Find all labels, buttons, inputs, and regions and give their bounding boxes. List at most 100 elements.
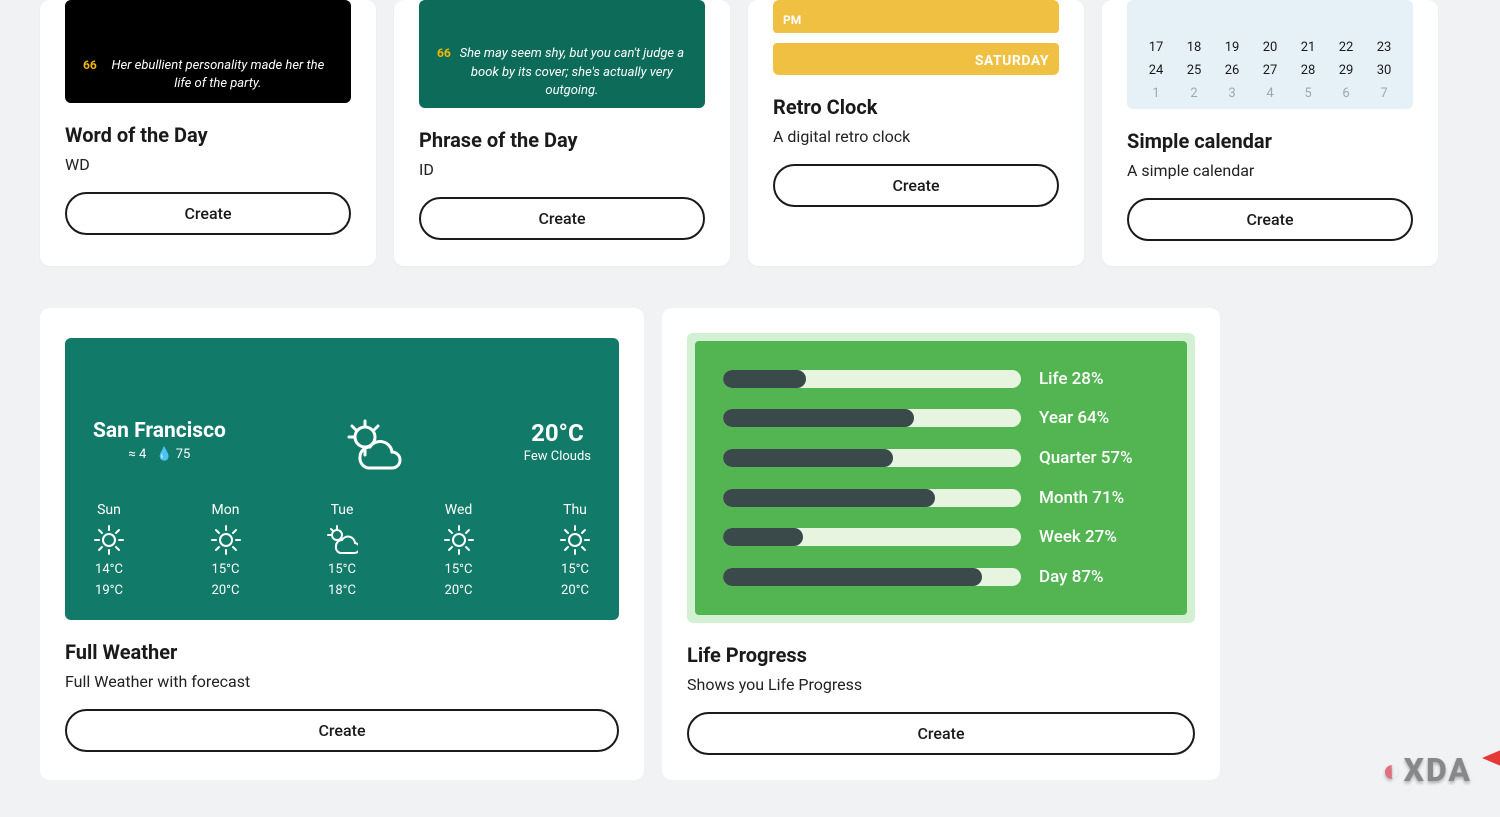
card-title: Retro Clock: [773, 95, 1059, 119]
progress-row: Life 28%: [723, 369, 1159, 389]
day-label: SATURDAY: [975, 53, 1049, 69]
weather-temp: 20°C: [524, 419, 591, 447]
create-button[interactable]: Create: [1127, 198, 1413, 241]
progress-row: Week 27%: [723, 527, 1159, 547]
calendar-day: 26: [1225, 63, 1240, 78]
calendar-day: 5: [1304, 86, 1311, 101]
progress-label: Life 28%: [1039, 369, 1159, 389]
wind-icon: ≈ 4: [128, 447, 146, 462]
preview-calendar: 17181920212223242526272829301234567: [1127, 0, 1413, 109]
forecast-hi: 18°C: [328, 583, 356, 598]
preview-retro: PM SATURDAY: [773, 0, 1059, 75]
card-simple-calendar: 17181920212223242526272829301234567 Simp…: [1102, 0, 1438, 266]
forecast-lo: 14°C: [95, 562, 123, 577]
card-desc: Shows you Life Progress: [687, 675, 1195, 694]
calendar-day: 1: [1152, 86, 1159, 101]
quote-mark-icon: 66: [83, 57, 97, 93]
weather-city: San Francisco: [93, 419, 226, 443]
calendar-day: 4: [1266, 86, 1273, 101]
calendar-day: 27: [1263, 63, 1278, 78]
calendar-day: 25: [1187, 63, 1202, 78]
forecast-lo: 15°C: [445, 562, 473, 577]
progress-bar: [723, 370, 1021, 388]
quote-mark-icon: 66: [437, 45, 451, 100]
preview-pod: 66She may seem shy, but you can't judge …: [419, 0, 705, 108]
progress-row: Year 64%: [723, 408, 1159, 428]
card-desc: A digital retro clock: [773, 127, 1059, 146]
card-word-of-day: 66Her ebullient personality made her the…: [40, 0, 376, 266]
progress-bar: [723, 409, 1021, 427]
calendar-day: 3: [1228, 86, 1235, 101]
card-title: Life Progress: [687, 643, 1195, 667]
progress-label: Month 71%: [1039, 488, 1159, 508]
preview-wod: 66Her ebullient personality made her the…: [65, 0, 351, 103]
card-desc: A simple calendar: [1127, 161, 1413, 180]
forecast-dayname: Thu: [563, 502, 587, 518]
forecast-day: Tue 15°C 18°C: [326, 502, 358, 598]
card-desc: ID: [419, 160, 705, 179]
card-desc: WD: [65, 155, 351, 174]
forecast-hi: 20°C: [561, 583, 589, 598]
create-button[interactable]: Create: [65, 192, 351, 235]
calendar-row: 1234567: [1137, 82, 1403, 105]
progress-bar: [723, 528, 1021, 546]
card-desc: Full Weather with forecast: [65, 672, 619, 691]
humidity-icon: 💧 75: [156, 447, 190, 462]
progress-label: Week 27%: [1039, 527, 1159, 547]
xda-logo: ◐XDA: [1382, 751, 1472, 789]
calendar-day: 20: [1263, 40, 1278, 55]
template-grid-row-2: San Francisco ≈ 4💧 75 20°C Few Clouds Su…: [40, 308, 1460, 780]
calendar-day: 21: [1301, 40, 1316, 55]
forecast-day: Mon15°C20°C: [210, 502, 242, 598]
progress-bar: [723, 568, 1021, 586]
calendar-day: 29: [1339, 63, 1354, 78]
preview-life: Life 28% Year 64% Quarter 57% Month 71% Week…: [687, 333, 1195, 623]
calendar-row: 17181920212223: [1137, 36, 1403, 59]
progress-row: Month 71%: [723, 488, 1159, 508]
create-button[interactable]: Create: [773, 164, 1059, 207]
sun-cloud-icon: [340, 419, 410, 474]
forecast-hi: 20°C: [445, 583, 473, 598]
weather-cond: Few Clouds: [524, 449, 591, 464]
forecast-dayname: Wed: [445, 502, 473, 518]
calendar-day: 18: [1187, 40, 1202, 55]
progress-bar: [723, 449, 1021, 467]
quote-text: Her ebullient personality made her the l…: [103, 57, 333, 93]
calendar-row: 24 25 26 27 28 29 30: [1137, 59, 1403, 82]
progress-row: Day 87%: [723, 567, 1159, 587]
quote-text: She may seem shy, but you can't judge a …: [457, 45, 687, 100]
card-phrase-of-day: 66She may seem shy, but you can't judge …: [394, 0, 730, 266]
card-life-progress: Life 28% Year 64% Quarter 57% Month 71% Week…: [662, 308, 1220, 780]
calendar-day: 23: [1377, 40, 1392, 55]
forecast-day: Wed 15°C 20°C: [443, 502, 475, 598]
calendar-day: 30: [1377, 63, 1392, 78]
forecast-hi: 19°C: [95, 583, 123, 598]
forecast-hi: 20°C: [212, 583, 240, 598]
forecast-dayname: Tue: [331, 502, 354, 518]
card-title: Simple calendar: [1127, 129, 1413, 153]
create-button[interactable]: Create: [687, 712, 1195, 755]
card-retro-clock: PM SATURDAY Retro Clock A digital retro …: [748, 0, 1084, 266]
calendar-day: 24: [1149, 63, 1164, 78]
forecast-lo: 15°C: [328, 562, 356, 577]
calendar-day: 7: [1380, 86, 1387, 101]
create-button[interactable]: Create: [65, 709, 619, 752]
forecast-dayname: Mon: [212, 502, 240, 518]
calendar-day: 22: [1339, 40, 1354, 55]
calendar-day: 17: [1149, 40, 1164, 55]
forecast-day: Thu 15°C 20°C: [559, 502, 591, 598]
pm-label: PM: [783, 13, 801, 27]
forecast-day: Sun14°C19°C: [93, 502, 125, 598]
create-button[interactable]: Create: [419, 197, 705, 240]
progress-row: Quarter 57%: [723, 448, 1159, 468]
progress-label: Quarter 57%: [1039, 448, 1159, 468]
calendar-day: 28: [1301, 63, 1316, 78]
progress-label: Day 87%: [1039, 567, 1159, 587]
forecast-lo: 15°C: [561, 562, 589, 577]
logo-glyph-icon: ◐: [1382, 751, 1403, 789]
progress-label: Year 64%: [1039, 408, 1159, 428]
card-title: Word of the Day: [65, 123, 351, 147]
preview-weather: San Francisco ≈ 4💧 75 20°C Few Clouds Su…: [65, 338, 619, 620]
progress-bar: [723, 489, 1021, 507]
card-full-weather: San Francisco ≈ 4💧 75 20°C Few Clouds Su…: [40, 308, 644, 780]
